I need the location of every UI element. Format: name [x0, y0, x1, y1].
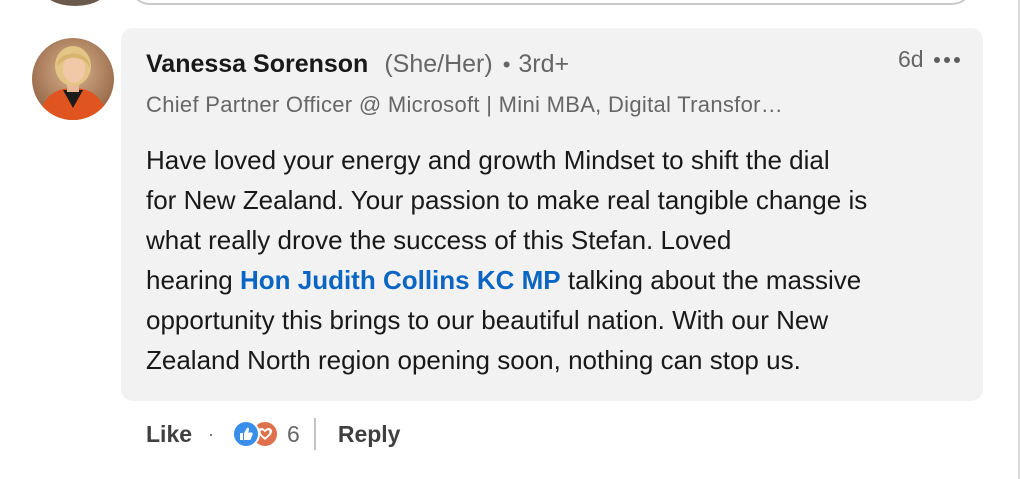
author-pronouns: (She/Her) [384, 50, 493, 78]
reply-button[interactable]: Reply [338, 421, 401, 448]
comment-actions: Like · 6 Reply [146, 414, 400, 454]
reactions-summary[interactable]: 6 [232, 420, 300, 448]
connection-degree: 3rd+ [518, 50, 570, 78]
like-button[interactable]: Like [146, 421, 192, 448]
more-dot [933, 56, 940, 63]
more-horizontal-icon[interactable] [933, 56, 960, 63]
comment-input-box[interactable] [128, 0, 974, 5]
author-headline[interactable]: Chief Partner Officer @ Microsoft | Mini… [146, 92, 783, 118]
comment-thread: Vanessa Sorenson (She/Her) • 3rd+ 6d Chi… [0, 0, 1020, 479]
author-row: Vanessa Sorenson (She/Her) • 3rd+ [146, 50, 569, 79]
author-name[interactable]: Vanessa Sorenson [146, 50, 368, 79]
mention-link[interactable]: Hon Judith Collins KC MP [240, 265, 561, 295]
like-reaction-icon [232, 420, 261, 448]
comment-line: Have loved your energy and growth Mindse… [146, 145, 830, 175]
comment-line: what really drove the success of this St… [146, 225, 732, 255]
avatar-photo [32, 38, 114, 120]
more-dot [953, 56, 960, 63]
comment-timestamp: 6d [898, 46, 924, 72]
reaction-count: 6 [287, 420, 300, 447]
action-divider [313, 418, 316, 450]
comment-meta: 6d [898, 46, 960, 73]
action-separator: · [208, 423, 215, 444]
more-dot [943, 56, 950, 63]
comment-line: Zealand North region opening soon, nothi… [146, 345, 801, 375]
comment-text: hearing [146, 265, 240, 295]
comment-line: for New Zealand. Your passion to make re… [146, 185, 868, 215]
comment-line: opportunity this brings to our beautiful… [146, 305, 829, 335]
comment-body: Have loved your energy and growth Mindse… [146, 140, 961, 380]
previous-avatar [42, 0, 108, 6]
comment-text: talking about the massive [560, 265, 862, 295]
degree-separator: • [502, 52, 511, 77]
avatar[interactable] [32, 38, 114, 120]
comment-line-with-mention: hearing Hon Judith Collins KC MP talking… [146, 260, 961, 300]
